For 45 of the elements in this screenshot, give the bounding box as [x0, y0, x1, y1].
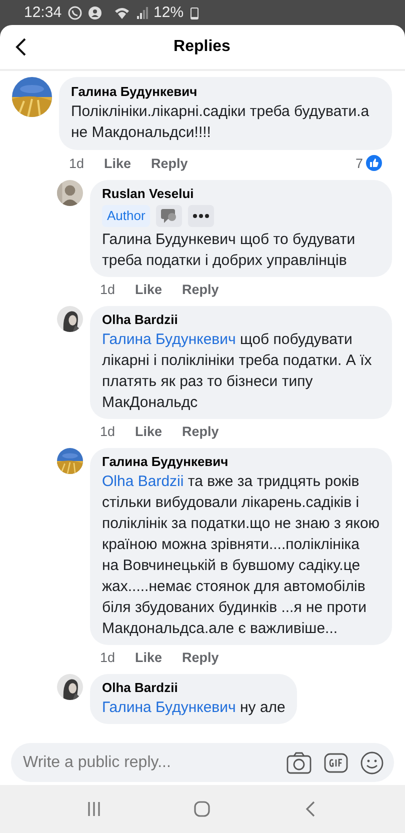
reaction-count: 7	[355, 156, 363, 170]
comment-text: Галина Будункевич щоб то будувати треба податки і добрих управлінців	[102, 230, 356, 271]
emoji-icon[interactable]	[360, 750, 384, 774]
header-title: Replies	[172, 38, 232, 56]
comment-author[interactable]: Галина Будункевич	[71, 84, 380, 99]
gif-icon[interactable]	[324, 752, 348, 774]
thumbs-up-icon	[366, 155, 382, 171]
comment-time: 1d	[100, 282, 116, 297]
comment-author[interactable]: Ruslan Veselui	[102, 186, 380, 201]
battery-icon	[190, 6, 199, 20]
chat-icon	[160, 208, 178, 224]
home-icon[interactable]	[192, 799, 212, 819]
comment-text: Поліклініки.лікарні.садіки треба будувати.а не Макдональдси!!!!	[71, 102, 370, 143]
comment-time: 1d	[100, 424, 116, 439]
author-badge: Author	[102, 205, 150, 227]
comment-time: 1d	[100, 650, 116, 665]
reply-link[interactable]: Reply	[182, 282, 219, 297]
like-link[interactable]: Like	[135, 424, 162, 439]
camera-icon[interactable]	[286, 750, 312, 774]
like-link[interactable]: Like	[135, 282, 162, 297]
like-link[interactable]: Like	[104, 156, 132, 170]
comment-author[interactable]: Olha Bardzii	[102, 312, 380, 327]
comment-time: 1d	[69, 156, 84, 170]
mention-link[interactable]: Галина Будункевич	[102, 699, 236, 716]
comment-text: Галина Будункевич щоб побудувати лікарні і поліклініки треба податки. А їх платять як раз то бізнеси типу МакДональдс	[102, 330, 373, 413]
mention-link[interactable]: Olha Bardzii	[102, 473, 184, 490]
more-button[interactable]	[188, 205, 214, 227]
wifi-icon	[114, 6, 130, 20]
reply-field[interactable]: Write a public reply...	[11, 743, 394, 782]
like-link[interactable]: Like	[135, 650, 162, 665]
signal-icon	[136, 6, 148, 20]
comment-text: Olha Bardzii та вже за тридцять років стільки вибудовали лікарень.садіків і поліклінік за податки.що не знаю з якою країною можна зрівняти....поліклініка на Вовчинецькій в бувшому садіку.це жах.....немає стоянок для автомобілів біля збудованих будинків ...я не проти Макдональдса.але є важливіше...	[102, 472, 380, 639]
phone-icon	[68, 6, 82, 20]
status-time: 12:34	[24, 4, 62, 21]
reply-link[interactable]: Reply	[151, 156, 188, 170]
comment-text: Галина Будункевич ну але	[102, 698, 286, 718]
reply-link[interactable]: Reply	[182, 650, 219, 665]
battery-percent: 12%	[154, 4, 184, 21]
comment-author[interactable]: Olha Bardzii	[102, 680, 286, 695]
mention-link[interactable]: Галина Будункевич	[102, 331, 236, 348]
comment-author[interactable]: Галина Будункевич	[102, 454, 380, 469]
account-icon	[88, 6, 102, 20]
reply-link[interactable]: Reply	[182, 424, 219, 439]
more-icon	[193, 214, 210, 218]
badge-button[interactable]	[156, 205, 182, 227]
